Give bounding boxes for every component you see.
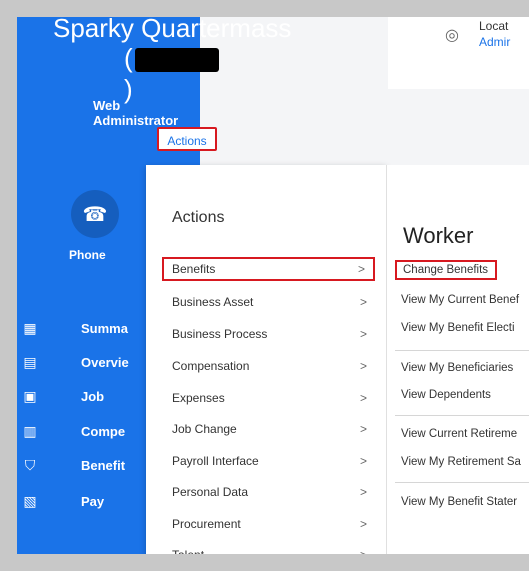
menu-divider — [395, 415, 529, 416]
chevron-right-icon: > — [359, 391, 367, 405]
chevron-right-icon: > — [359, 454, 367, 468]
menu-item-label: Business Asset — [172, 295, 254, 309]
worker-role: Web Administrator — [93, 98, 179, 128]
view-benefit-elections-link[interactable]: View My Benefit Electi — [401, 322, 515, 334]
menu-item-compensation[interactable]: Compensation > — [162, 354, 375, 378]
menu-item-personal-data[interactable]: Personal Data > — [162, 480, 375, 504]
menu-divider — [395, 482, 529, 483]
menu-item-talent[interactable]: Talent > — [162, 543, 375, 562]
menu-item-job-change[interactable]: Job Change > — [162, 417, 375, 441]
nav-label: Pay — [81, 493, 105, 509]
view-retirement-link[interactable]: View Current Retireme — [401, 428, 517, 440]
menu-item-label: Business Process — [172, 327, 268, 341]
paren-open: ( — [124, 43, 133, 73]
menu-item-expenses[interactable]: Expenses > — [162, 386, 375, 410]
job-briefcase-icon: ▣ — [23, 387, 37, 404]
nav-label: Job — [81, 388, 105, 404]
location-title: Locat — [479, 19, 509, 33]
chevron-right-icon: > — [359, 422, 367, 436]
actions-button[interactable]: Actions — [157, 127, 217, 151]
menu-item-procurement[interactable]: Procurement > — [162, 512, 375, 536]
overview-doc-icon: ▤ — [23, 353, 37, 370]
menu-item-label: Payroll Interface — [172, 454, 259, 468]
phone-button[interactable]: ☎ — [71, 190, 119, 238]
menu-item-label: Expenses — [172, 391, 225, 405]
chevron-right-icon: > — [359, 359, 367, 373]
menu-item-label: Personal Data — [172, 485, 249, 499]
worker-id: () — [124, 43, 221, 105]
view-retirement-savings-link[interactable]: View My Retirement Sa — [401, 456, 521, 468]
menu-item-label: Procurement — [172, 517, 241, 531]
benefits-shield-icon: ⛉ — [24, 456, 36, 473]
nav-label: Compe — [81, 423, 126, 439]
app-window: Sparky Quartermass () Web Administrator … — [17, 17, 529, 562]
nav-label: Benefit — [81, 457, 126, 473]
chevron-right-icon: > — [359, 548, 367, 562]
menu-item-label: Benefits — [172, 262, 216, 276]
chevron-right-icon: > — [359, 517, 367, 531]
chevron-right-icon: > — [359, 327, 367, 341]
redacted-id — [134, 48, 219, 73]
phone-icon: ☎ — [82, 203, 108, 226]
change-benefits-link[interactable]: Change Benefits — [395, 260, 498, 280]
menu-item-payroll-interface[interactable]: Payroll Interface > — [162, 449, 375, 473]
compensation-chart-icon: ▥ — [23, 422, 37, 439]
location-pin-icon: ◎ — [445, 27, 459, 44]
menu-item-label: Talent — [172, 548, 205, 562]
actions-dropdown: Actions Benefits > Business Asset > Busi… — [146, 165, 386, 562]
view-benefit-statement-link[interactable]: View My Benefit Stater — [401, 496, 517, 508]
menu-item-benefits[interactable]: Benefits > — [162, 257, 375, 281]
menu-item-label: Job Change — [172, 422, 237, 436]
screenshot-frame: Sparky Quartermass () Web Administrator … — [0, 0, 529, 571]
view-beneficiaries-link[interactable]: View My Beneficiaries — [401, 362, 513, 374]
chevron-right-icon: > — [359, 485, 367, 499]
location-link[interactable]: Admir — [479, 35, 510, 49]
chevron-right-icon: > — [359, 295, 367, 309]
actions-menu-title: Actions — [172, 209, 225, 226]
menu-divider — [395, 350, 529, 351]
summary-grid-icon: ▦ — [23, 319, 37, 336]
menu-item-business-asset[interactable]: Business Asset > — [162, 290, 375, 314]
nav-label: Summa — [81, 320, 128, 336]
view-dependents-link[interactable]: View Dependents — [401, 389, 491, 401]
view-current-benefits-link[interactable]: View My Current Benef — [401, 294, 519, 306]
menu-item-business-process[interactable]: Business Process > — [162, 322, 375, 346]
worker-submenu: Worker Change Benefits View My Current B… — [386, 165, 529, 554]
nav-label: Overvie — [81, 354, 129, 370]
worker-name: Sparky Quartermass — [53, 17, 292, 43]
chevron-right-icon: > — [357, 262, 365, 276]
phone-label: Phone — [69, 248, 106, 262]
pay-icon: ▧ — [23, 492, 37, 509]
menu-item-label: Compensation — [172, 359, 250, 373]
worker-submenu-title: Worker — [403, 223, 474, 248]
